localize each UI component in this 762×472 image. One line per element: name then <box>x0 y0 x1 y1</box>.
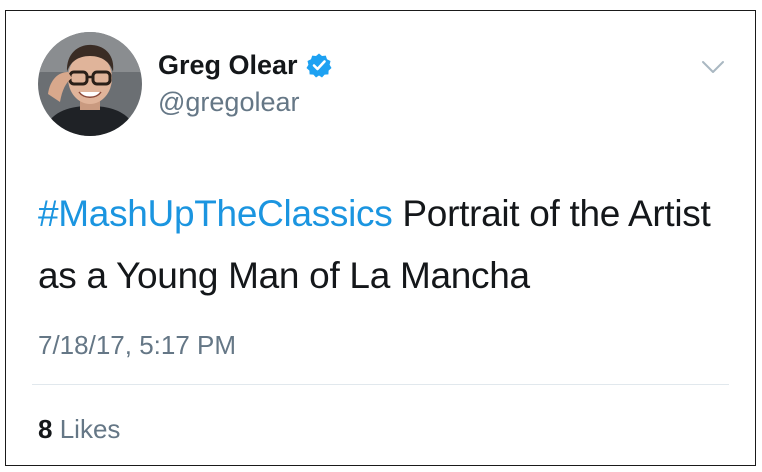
tweet-card: Greg Olear @gregolear #MashUpTheClassics… <box>5 10 756 466</box>
likes-count: 8 <box>38 414 53 444</box>
tweet-timestamp[interactable]: 7/18/17, 5:17 PM <box>38 329 236 361</box>
divider <box>32 384 729 385</box>
author-handle[interactable]: @gregolear <box>158 86 300 118</box>
tweet-text: #MashUpTheClassics Portrait of the Artis… <box>38 183 728 307</box>
author-name[interactable]: Greg Olear <box>158 49 298 81</box>
avatar-photo-icon <box>38 32 142 136</box>
author-name-row[interactable]: Greg Olear <box>158 49 332 81</box>
chevron-down-icon[interactable] <box>701 59 725 75</box>
likes-label: Likes <box>59 414 121 444</box>
verified-badge-icon <box>306 53 332 78</box>
likes-stat[interactable]: 8 Likes <box>38 413 120 445</box>
hashtag-link[interactable]: #MashUpTheClassics <box>38 193 393 234</box>
author-avatar[interactable] <box>38 32 142 136</box>
